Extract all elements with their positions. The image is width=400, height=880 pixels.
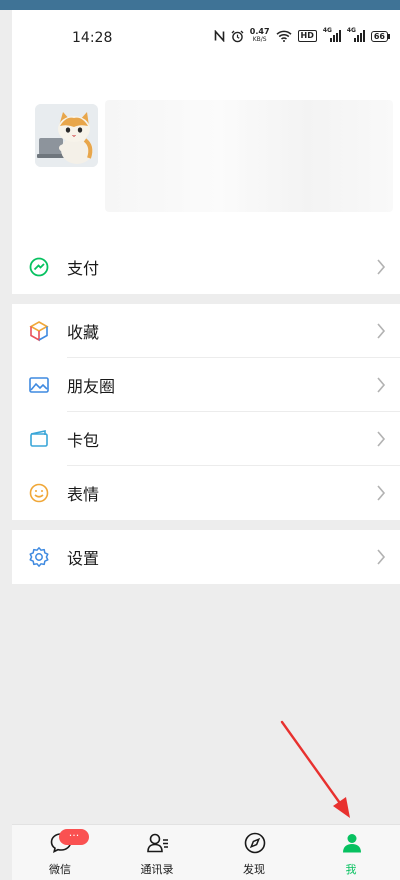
chevron-right-icon xyxy=(377,549,386,565)
wifi-icon xyxy=(275,30,292,42)
menu-group-main: 收藏 朋友圈 卡包 表情 xyxy=(12,304,400,520)
pay-icon xyxy=(29,257,49,277)
avatar[interactable] xyxy=(35,104,98,167)
signal-icon-1: 4G xyxy=(323,27,341,42)
chevron-right-icon xyxy=(377,485,386,501)
menu-label-cards: 卡包 xyxy=(67,431,100,450)
hd-badge: HD xyxy=(297,30,317,42)
favorites-cube-icon xyxy=(29,321,49,342)
tab-label-discover: 发现 xyxy=(243,863,265,876)
unread-badge: ··· xyxy=(59,829,89,845)
menu-label-favorites: 收藏 xyxy=(67,323,100,342)
clock: 14:28 xyxy=(72,30,113,46)
tab-label-contacts: 通讯录 xyxy=(140,863,174,876)
profile-info-blurred[interactable] xyxy=(105,100,393,212)
tab-label-me: 我 xyxy=(345,863,357,876)
compass-icon xyxy=(244,832,266,854)
gear-icon xyxy=(29,547,49,567)
chevron-right-icon xyxy=(377,323,386,339)
menu-item-pay[interactable]: 支付 xyxy=(12,240,400,294)
nfc-icon xyxy=(214,30,225,42)
alarm-icon xyxy=(231,30,244,42)
menu-label-moments: 朋友圈 xyxy=(67,377,116,396)
menu-label-stickers: 表情 xyxy=(67,485,100,504)
wechat-me-page: 14:28 0.47 KB/S HD 4G 4G 66 支付 收藏 朋友圈 卡包… xyxy=(12,10,400,880)
tab-label-chats: 微信 xyxy=(49,863,71,876)
chevron-right-icon xyxy=(377,259,386,275)
card-wallet-icon xyxy=(30,430,48,447)
battery-icon: 66 xyxy=(370,30,391,42)
menu-group-pay: 支付 xyxy=(12,240,400,294)
person-icon xyxy=(343,834,361,853)
status-bar: 14:28 0.47 KB/S HD 4G 4G 66 xyxy=(12,10,400,62)
bottom-tab-bar: ··· 微信 通讯录 发现 我 xyxy=(12,824,400,880)
system-icons: 0.47 KB/S HD 4G 4G 66 xyxy=(214,27,391,44)
tab-discover[interactable]: 发现 xyxy=(219,825,289,880)
menu-label-pay: 支付 xyxy=(67,259,100,278)
menu-item-cards[interactable]: 卡包 xyxy=(12,412,400,466)
tab-me[interactable]: 我 xyxy=(316,825,386,880)
menu-item-moments[interactable]: 朋友圈 xyxy=(12,358,400,412)
menu-item-settings[interactable]: 设置 xyxy=(12,530,400,584)
chevron-right-icon xyxy=(377,377,386,393)
tab-chats[interactable]: ··· 微信 xyxy=(25,825,95,880)
profile-header[interactable] xyxy=(12,62,400,240)
top-band xyxy=(0,0,400,10)
network-speed: 0.47 KB/S xyxy=(249,27,270,44)
contacts-icon xyxy=(147,833,168,853)
menu-group-settings: 设置 xyxy=(12,530,400,584)
smiley-icon xyxy=(29,483,49,503)
moments-image-icon xyxy=(29,377,49,393)
chevron-right-icon xyxy=(377,431,386,447)
menu-label-settings: 设置 xyxy=(67,549,100,568)
menu-item-stickers[interactable]: 表情 xyxy=(12,466,400,520)
signal-icon-2: 4G xyxy=(347,27,365,42)
menu-item-favorites[interactable]: 收藏 xyxy=(12,304,400,358)
cat-avatar-image xyxy=(35,104,98,167)
tab-contacts[interactable]: 通讯录 xyxy=(122,825,192,880)
